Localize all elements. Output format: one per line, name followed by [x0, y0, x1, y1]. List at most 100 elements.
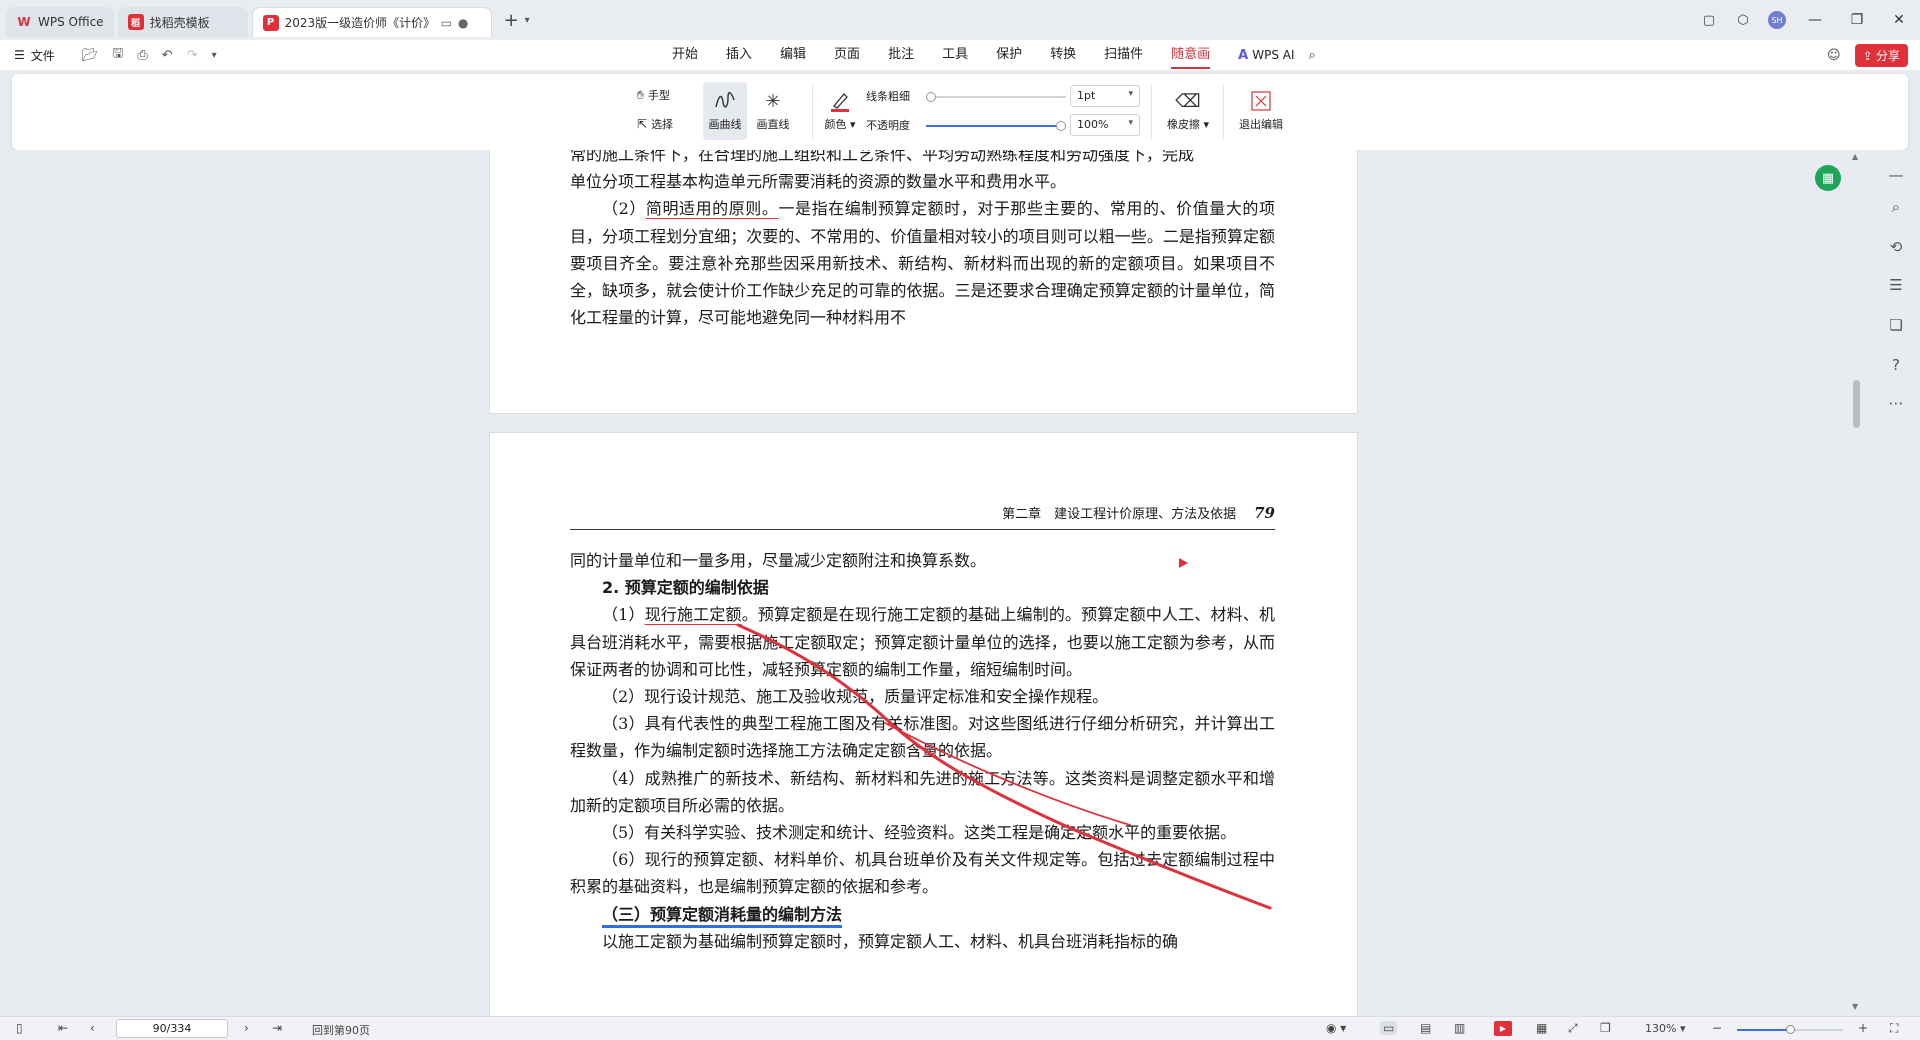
first-page-icon[interactable]: ⇤	[58, 1021, 68, 1035]
back-to-page-link[interactable]: 回到第90页	[312, 1022, 370, 1038]
ribbon-divider	[812, 84, 813, 140]
last-page-icon[interactable]: ⇥	[272, 1021, 282, 1035]
wps-ai-button[interactable]: A WPS AI	[1238, 48, 1294, 63]
screen-icon[interactable]: ▢	[1692, 13, 1726, 28]
prev-page-icon[interactable]: ‹	[90, 1021, 95, 1035]
tab-bar: W WPS Office 稻 找稻壳模板 P 2023版一级造价师《计价》官 ▭…	[0, 0, 1920, 40]
menu-comment[interactable]: 批注	[888, 40, 914, 70]
collapse-icon[interactable]: —	[1886, 166, 1906, 184]
select-tool-button[interactable]: ⇱ 选择	[637, 116, 673, 132]
undo-icon[interactable]: ↶	[162, 48, 173, 63]
exit-edit-button[interactable]: 退出编辑	[1233, 86, 1289, 132]
zoom-dropdown[interactable]: 130% ▾	[1645, 1022, 1685, 1035]
restore-icon[interactable]: ❐	[1836, 12, 1878, 28]
draw-straight-button[interactable]: ✳︎ 画直线	[751, 86, 795, 132]
tab-list-chevron-icon[interactable]: ▾	[525, 15, 530, 26]
menu-convert[interactable]: 转换	[1050, 40, 1076, 70]
close-icon[interactable]: ✕	[1878, 12, 1920, 28]
more-icon[interactable]: ⋯	[1886, 394, 1906, 412]
fit-page-icon[interactable]: ▦	[1536, 1021, 1547, 1035]
two-page-view-icon[interactable]: ▥	[1454, 1021, 1465, 1035]
pen-color-icon	[829, 86, 851, 116]
chapter-title: 第二章 建设工程计价原理、方法及依据	[1002, 507, 1237, 522]
menu-freehand[interactable]: 随意画	[1171, 40, 1211, 70]
book-icon[interactable]: ❏	[1886, 316, 1906, 334]
minimize-icon[interactable]: —	[1794, 12, 1836, 28]
cube-icon[interactable]: ⬡	[1726, 13, 1760, 28]
menu-insert[interactable]: 插入	[726, 40, 752, 70]
opacity-slider-knob[interactable]	[1056, 121, 1066, 131]
avatar[interactable]: SH	[1768, 11, 1786, 29]
share-button[interactable]: ⇪ 分享	[1854, 44, 1908, 67]
straight-line-icon: ✳︎	[765, 90, 781, 112]
status-bar: ▯ ⇤ ‹ › ⇥ 回到第90页 ◉ ▾ ▭ ▤ ▥ ▶ ▦ ⤢ ❐ 130% …	[0, 1016, 1920, 1040]
menu-start[interactable]: 开始	[672, 40, 698, 70]
paragraph-principle-2: （2）简明适用的原则。一是指在编制预算定额时，对于那些主要的、常用的、价值量大的…	[570, 199, 1275, 328]
zoom-slider[interactable]	[1737, 1025, 1843, 1034]
line-width-dropdown[interactable]: 1pt ▾	[1070, 85, 1140, 107]
more-chevron-icon[interactable]: ▾	[212, 50, 217, 61]
line-width-slider-knob[interactable]	[926, 92, 936, 102]
play-icon[interactable]: ▶	[1494, 1021, 1512, 1036]
share-label: 分享	[1875, 49, 1900, 63]
search-icon[interactable]: ⌕	[1886, 198, 1906, 216]
sync-icon[interactable]: ⟲	[1886, 238, 1906, 256]
document-viewport[interactable]: 常的施工条件下，在合理的施工组织和工艺条件、平均劳动熟练程度和劳动强度下，完成 …	[0, 150, 1920, 1016]
tab-template[interactable]: 稻 找稻壳模板	[117, 7, 248, 37]
pdf-logo-icon: P	[262, 14, 279, 31]
vertical-scrollbar[interactable]: ▲ ▼	[1850, 150, 1864, 1016]
menu-page[interactable]: 页面	[834, 40, 860, 70]
fit-width-icon[interactable]: ⤢	[1568, 1021, 1578, 1036]
page-number-input[interactable]	[116, 1019, 228, 1038]
scroll-down-icon[interactable]: ▼	[1852, 1002, 1858, 1011]
eraser-button[interactable]: ⌫ 橡皮擦 ▾	[1162, 86, 1214, 132]
chevron-down-icon: ▾	[1128, 118, 1133, 128]
zoom-out-icon[interactable]: −	[1712, 1021, 1722, 1035]
list-item: （6）现行的预算定额、材料单价、机具台班单价及有关文件规定等。包括过去定额编制过…	[570, 850, 1275, 897]
scrollbar-thumb[interactable]	[1853, 380, 1860, 428]
redo-icon[interactable]: ↷	[187, 48, 198, 63]
menu-edit[interactable]: 编辑	[780, 40, 806, 70]
text-line: 单位分项工程基本构造单元所需要消耗的资源的数量水平和费用水平。	[570, 172, 1067, 192]
next-page-icon[interactable]: ›	[244, 1021, 249, 1035]
search-icon[interactable]: ⌕	[1309, 48, 1316, 63]
spreadsheet-float-icon[interactable]: ▦	[1815, 165, 1841, 191]
single-page-view-icon[interactable]: ▭	[1380, 1021, 1398, 1035]
sidebar-toggle-icon[interactable]: ▯	[16, 1021, 23, 1035]
color-button[interactable]: 颜色 ▾	[818, 86, 862, 132]
fullscreen-icon[interactable]: ⛶	[1890, 1021, 1898, 1036]
chat-icon[interactable]: ☺	[1827, 48, 1841, 63]
annotated-phrase: 简明适用的原则。	[645, 199, 779, 219]
help-icon[interactable]: ?	[1886, 356, 1906, 374]
ribbon-divider	[1223, 84, 1224, 140]
print-icon[interactable]: ⎙	[137, 48, 147, 63]
file-menu-button[interactable]: ☰ 文件	[14, 47, 55, 64]
right-sidebar: — ⌕ ⟲ ☰ ❏ ? ⋯	[1872, 150, 1920, 1016]
zoom-in-icon[interactable]: +	[1858, 1021, 1868, 1035]
scroll-up-icon[interactable]: ▲	[1852, 152, 1858, 161]
menu-protect[interactable]: 保护	[996, 40, 1022, 70]
continuous-view-icon[interactable]: ▤	[1420, 1021, 1431, 1035]
tab-document[interactable]: P 2023版一级造价师《计价》官 ▭ ●	[251, 7, 492, 37]
list-item: （4）成熟推广的新技术、新结构、新材料和先进的施工方法等。这类资料是调整定额水平…	[570, 768, 1275, 815]
draw-curve-button[interactable]: 画曲线	[703, 82, 747, 140]
settings-sliders-icon[interactable]: ☰	[1886, 276, 1906, 294]
save-icon[interactable]: 🖫︎	[112, 44, 123, 66]
eye-protect-icon[interactable]: ◉ ▾	[1326, 1021, 1346, 1035]
hand-tool-button[interactable]: ✋︎ 手型	[637, 87, 670, 103]
opacity-dropdown[interactable]: 100% ▾	[1070, 114, 1140, 136]
new-tab-plus-icon[interactable]: +	[504, 10, 519, 31]
opacity-slider[interactable]	[926, 121, 1066, 131]
page-90-text: 同的计量单位和一量多用，尽量减少定额附注和换算系数。 2. 预算定额的编制依据 …	[570, 547, 1275, 955]
menu-tools[interactable]: 工具	[942, 40, 968, 70]
menu-scan[interactable]: 扫描件	[1104, 40, 1143, 70]
unsaved-dot-icon[interactable]: ●	[458, 16, 468, 30]
open-folder-icon[interactable]: 📂︎	[82, 48, 99, 63]
tab-wps-office[interactable]: W WPS Office	[6, 7, 114, 37]
bookmark-view-icon[interactable]: ❐	[1600, 1021, 1611, 1035]
zoom-slider-knob[interactable]	[1786, 1025, 1795, 1034]
window-controls: ▢ ⬡ SH — ❐ ✕	[1692, 0, 1920, 40]
select-tool-label: 选择	[651, 118, 674, 131]
line-width-slider[interactable]	[926, 92, 1066, 102]
hamburger-icon: ☰	[14, 48, 25, 62]
